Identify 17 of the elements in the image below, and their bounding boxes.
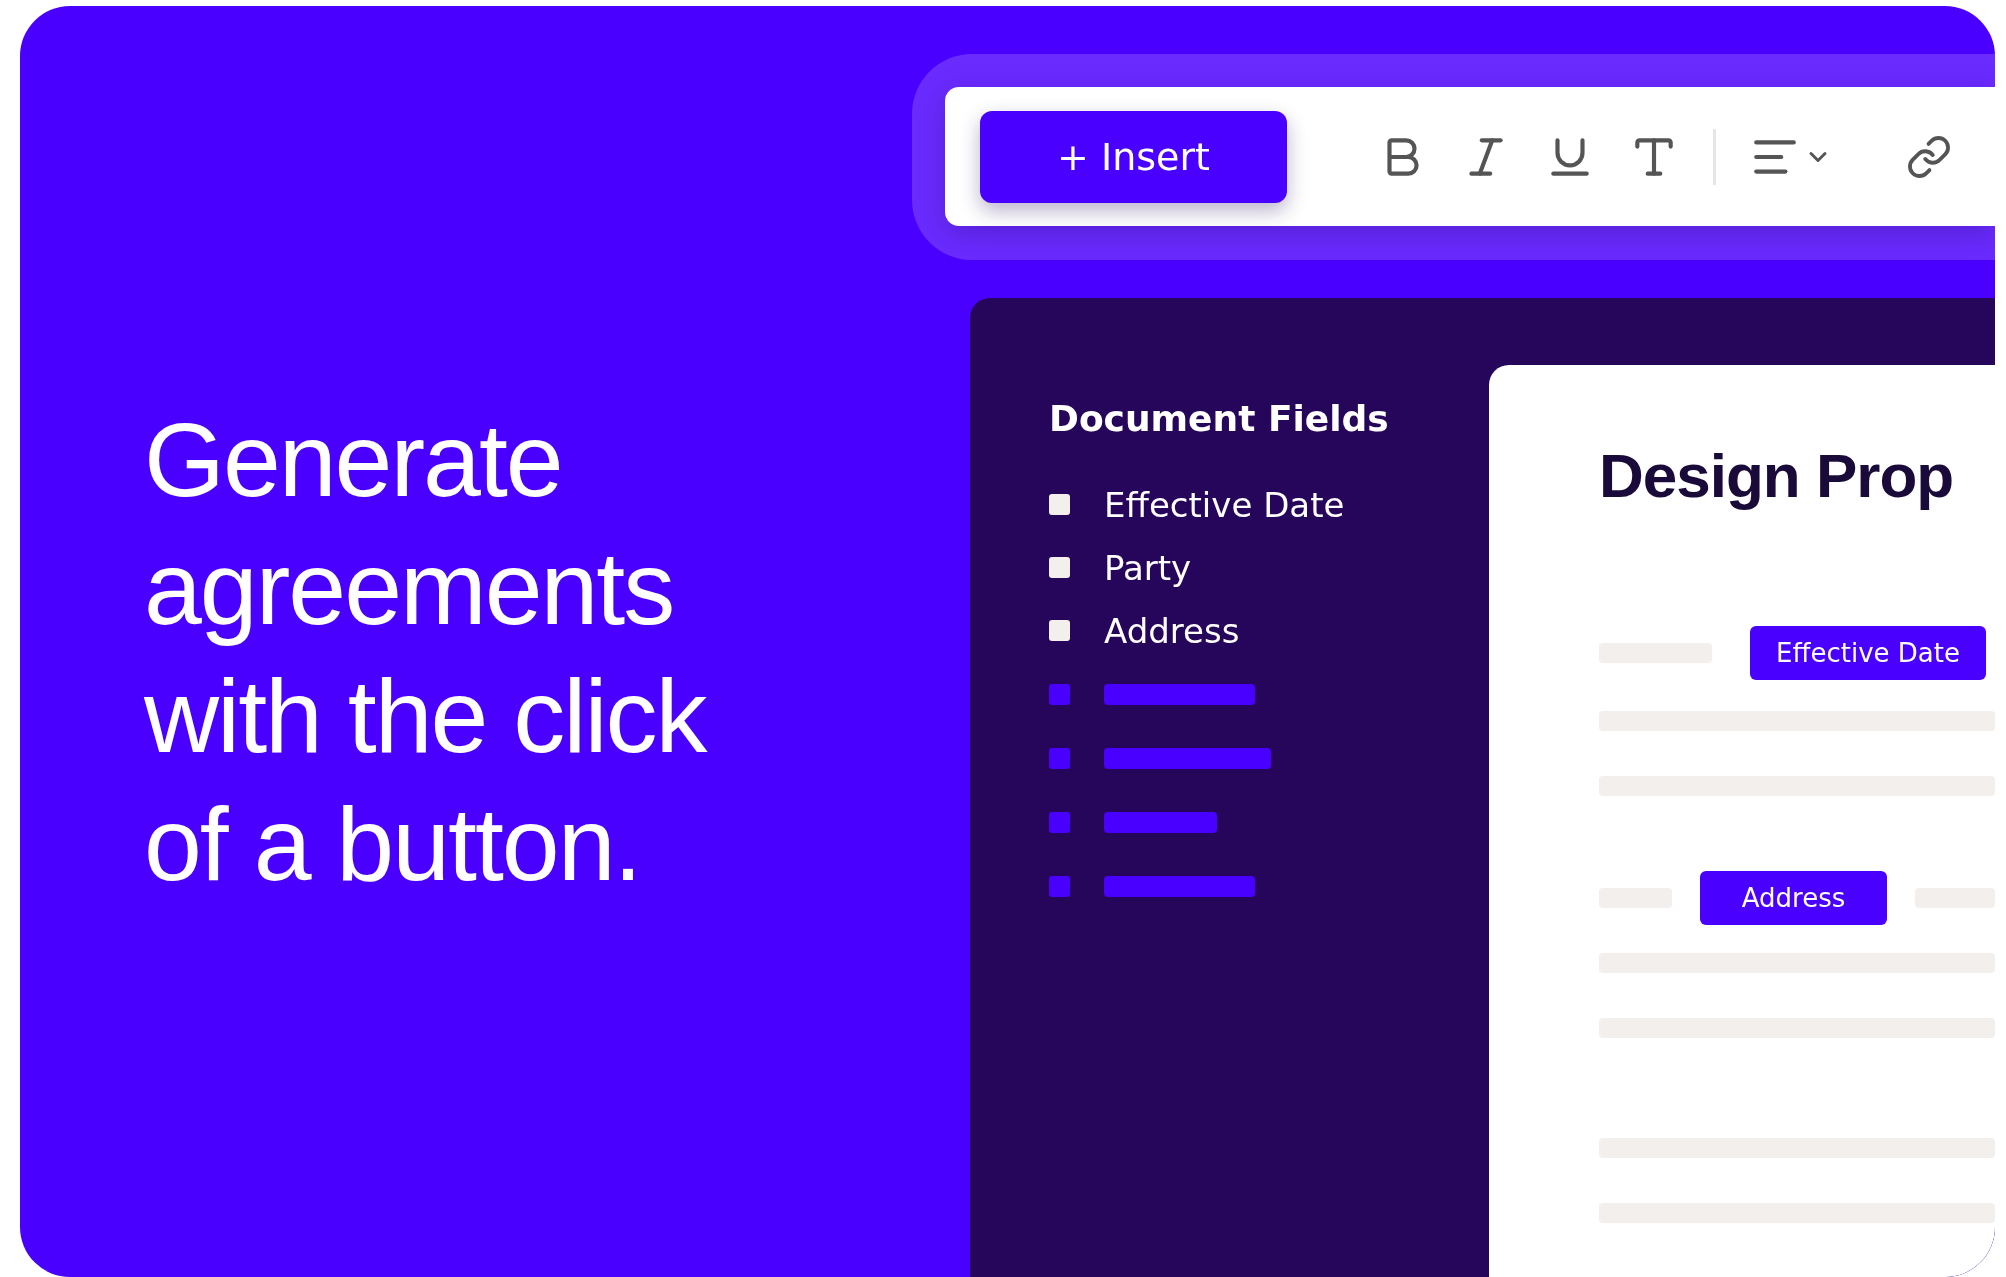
placeholder-square-icon	[1049, 811, 1070, 833]
field-chip[interactable]: Effective Date	[1750, 626, 1986, 680]
field-square-icon	[1049, 494, 1070, 515]
field-square-icon	[1049, 557, 1070, 578]
link-icon[interactable]	[1906, 133, 1952, 180]
placeholder-square-icon	[1049, 683, 1070, 705]
sidebar-title: Document Fields	[1049, 398, 1390, 439]
insert-button[interactable]: + Insert	[980, 110, 1287, 203]
placeholder-square-icon	[1049, 747, 1070, 769]
field-chip[interactable]: Address	[1700, 871, 1887, 925]
field-item[interactable]: Effective Date	[1104, 484, 1345, 525]
field-square-icon	[1049, 620, 1070, 641]
field-item[interactable]: Address	[1104, 610, 1240, 651]
field-item[interactable]: Party	[1104, 547, 1192, 588]
document-title: Design Prop	[1599, 440, 1954, 511]
placeholder-square-icon	[1049, 875, 1070, 897]
headline: Generate agreements with the click of a button.	[144, 401, 709, 904]
